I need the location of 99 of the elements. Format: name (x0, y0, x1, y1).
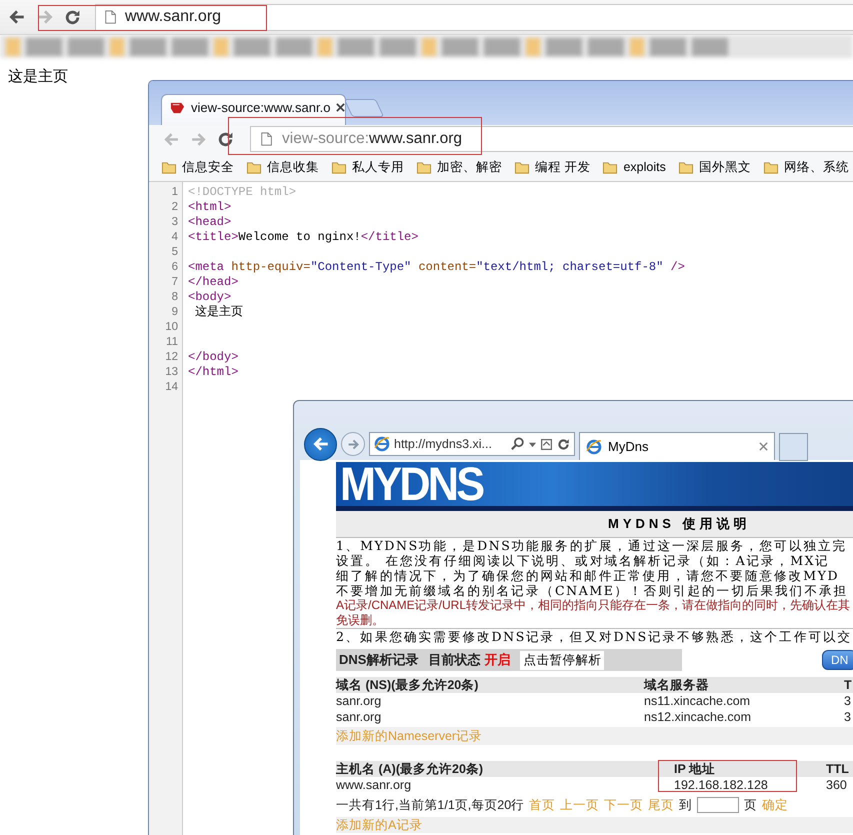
line-number: 5 (170, 245, 179, 260)
bookmark-folder[interactable]: 网络、系统 (760, 156, 851, 178)
dropdown-caret-icon[interactable] (529, 440, 536, 448)
code-line: <html> (188, 200, 232, 215)
status-label: 目前状态 (428, 651, 480, 669)
column-header: 域名 (NS)(最多允许20条) (336, 677, 480, 693)
browser-logo-icon (374, 436, 390, 452)
bookmark-folder[interactable]: exploits (600, 158, 668, 176)
table-cell-text: ns11.xincache.com (644, 693, 752, 709)
code-line: <!DOCTYPE html> (188, 185, 296, 200)
bookmark-folder[interactable]: 信息收集 (244, 156, 321, 178)
page-icon (260, 132, 274, 146)
column-header: 主机名 (A)(最多允许20条) (336, 761, 484, 777)
line-number: 3 (170, 215, 179, 230)
back-button[interactable] (304, 428, 337, 460)
table-cell-text: ns12.xincache.com (644, 709, 752, 725)
folder-icon (161, 160, 177, 174)
line-number: 12 (164, 350, 179, 365)
code-line: <title>Welcome to nginx!</title> (188, 230, 418, 245)
instruction-text: 细了解的情况下，为了确保您的网站和邮件正常使用，请您不要随意修改MYD (336, 568, 840, 583)
forward-arrow-icon[interactable] (36, 8, 54, 26)
code-line: <body> (188, 290, 232, 304)
line-number: 1 (170, 185, 179, 200)
line-number: 7 (170, 275, 179, 290)
page-text: 这是主页 (7, 67, 69, 87)
url-text: view-source:www.sanr.org (282, 130, 462, 148)
page-icon (104, 10, 118, 24)
instruction-text: 设置。 在您没有仔细阅读以下说明、或对域名解析记录（如：A记录，MX记 (336, 553, 831, 568)
folder-icon (416, 160, 432, 174)
folder-icon (246, 160, 262, 174)
folder-icon (514, 160, 530, 174)
forward-arrow-icon (346, 438, 360, 450)
bookmark-folder[interactable]: 国外黑文 (676, 156, 753, 178)
back-arrow-icon[interactable] (8, 8, 26, 26)
reload-icon[interactable] (557, 438, 570, 450)
instruction-text: 1、MYDNS功能，是DNS功能服务的扩展，通过这一深层服务，您可以独立完 (336, 538, 848, 553)
column-header: T (844, 677, 853, 693)
column-header: TTL (826, 761, 850, 777)
url-text: www.sanr.org (125, 8, 222, 26)
folder-icon (331, 160, 347, 174)
code-line: </head> (188, 275, 238, 290)
status-value: 开启 (484, 651, 510, 669)
line-number: 13 (164, 365, 179, 380)
table-cell-text: www.sanr.org (336, 777, 412, 793)
code-line: 这是主页 (194, 305, 244, 320)
browser-logo-icon (586, 438, 602, 454)
url-text: http://mydns3.xi... (394, 437, 493, 451)
line-number: 6 (170, 260, 179, 275)
site-logo: MYDNS (340, 462, 482, 506)
table-cell-text: sanr.org (336, 693, 382, 709)
instruction-text: 2、如果您确实需要修改DNS记录，但又对DNS记录不够熟悉，这个工作可以交 (336, 628, 853, 644)
column-header: IP 地址 (674, 761, 716, 777)
line-number: 4 (170, 230, 179, 245)
line-number: 14 (164, 380, 179, 395)
browser-tab[interactable]: view-source:www.sanr.o (161, 94, 346, 125)
folder-icon (602, 160, 618, 174)
warning-text: 免误删。 (336, 613, 385, 628)
instruction-text: 不要增加无前缀域名的别名记录（CNAME）！否则引起的一切后果我们不承担 (336, 583, 850, 598)
favicon-icon (170, 100, 185, 115)
goto-label: 到 (679, 796, 692, 814)
bookmark-folder[interactable]: 信息安全 (159, 156, 236, 178)
code-line: <meta http-equiv="Content-Type" content="text/html; charset=utf-8" /> (188, 260, 685, 275)
address-bar[interactable]: http://mydns3.xi... (369, 432, 575, 456)
pagination-summary: 一共有1行,当前第1/1页,每页20行 (336, 796, 524, 814)
browser-tab[interactable]: MyDns (579, 432, 775, 460)
line-number: 9 (170, 305, 179, 320)
dns-button[interactable]: DN (822, 650, 853, 670)
page-number-field[interactable] (697, 797, 740, 813)
reload-icon[interactable] (64, 8, 81, 26)
close-icon[interactable] (336, 103, 346, 112)
table-cell-text: 192.168.182.128 (674, 777, 769, 793)
bookmark-folder[interactable]: 加密、解密 (414, 156, 504, 178)
folder-icon (762, 160, 779, 174)
line-number: 11 (165, 335, 179, 350)
table-cell-text: sanr.org (336, 709, 382, 725)
page-label: 页 (744, 796, 758, 814)
bookmark-folder[interactable]: 私人专用 (329, 156, 406, 178)
search-icon[interactable] (511, 437, 525, 451)
warning-text: A记录/CNAME记录/URL转发记录中，相同的指向只能存在一条，请在做指向的同时，先确认在其 (336, 598, 852, 613)
column-header: 域名服务器 (644, 677, 710, 693)
line-number: 8 (170, 290, 179, 305)
back-arrow-icon (312, 435, 330, 453)
compatibility-view-icon[interactable] (540, 438, 553, 450)
address-bar[interactable]: view-source:www.sanr.org (250, 126, 853, 152)
address-bar[interactable]: www.sanr.org (95, 4, 853, 30)
table-cell-text: 3 (844, 693, 852, 709)
line-number: 2 (170, 200, 179, 215)
code-line: </html> (188, 365, 238, 380)
table-cell-text: 360 (826, 777, 848, 793)
pause-resolve-button[interactable]: 点击暂停解析 (520, 650, 604, 670)
bookmark-folder[interactable]: 编程 开发 (512, 156, 592, 178)
section-title: DNS解析记录 (339, 651, 418, 669)
folder-icon (678, 160, 694, 174)
reload-icon[interactable] (217, 130, 234, 148)
table-cell-text: 3 (844, 709, 852, 725)
page-heading: MYDNS 使用说明 (336, 511, 853, 538)
line-number: 10 (164, 320, 179, 335)
code-line: <head> (188, 215, 232, 230)
code-line: </body> (188, 350, 238, 365)
